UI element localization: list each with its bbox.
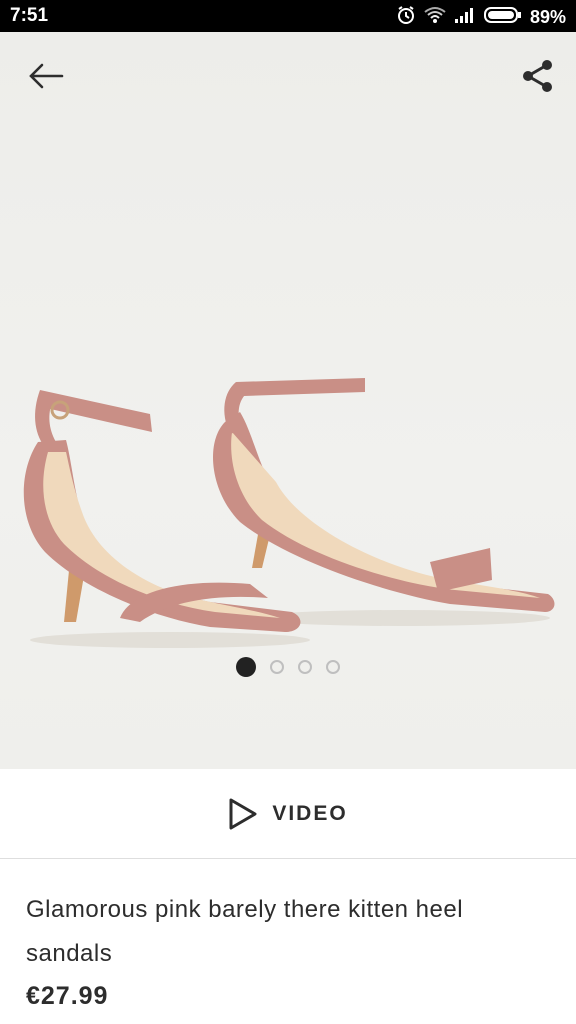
sandals-photo (23, 378, 555, 648)
share-icon (523, 60, 552, 92)
battery-icon (483, 6, 522, 29)
play-icon (229, 798, 257, 829)
signal-icon (454, 6, 476, 29)
arrow-left-icon (29, 63, 64, 89)
carousel-dots (0, 657, 576, 677)
battery-percent: 89% (529, 7, 566, 27)
wifi-icon (424, 6, 446, 29)
back-button[interactable] (22, 52, 70, 100)
product-title: Glamorous pink barely there kitten heel … (26, 896, 464, 967)
share-button[interactable] (514, 52, 562, 100)
carousel-dot[interactable] (236, 657, 256, 677)
product-image-carousel[interactable] (0, 32, 576, 769)
status-icons: 89% (396, 5, 566, 30)
status-time: 7:51 (10, 5, 49, 26)
carousel-dot[interactable] (326, 660, 340, 674)
video-label: VIDEO (272, 801, 348, 825)
video-button[interactable]: VIDEO (0, 769, 576, 859)
product-price: €27.99 (26, 982, 109, 1010)
status-bar: 7:51 89% (0, 0, 576, 32)
carousel-dot[interactable] (298, 660, 312, 674)
carousel-dot[interactable] (270, 660, 284, 674)
alarm-icon (396, 5, 416, 30)
